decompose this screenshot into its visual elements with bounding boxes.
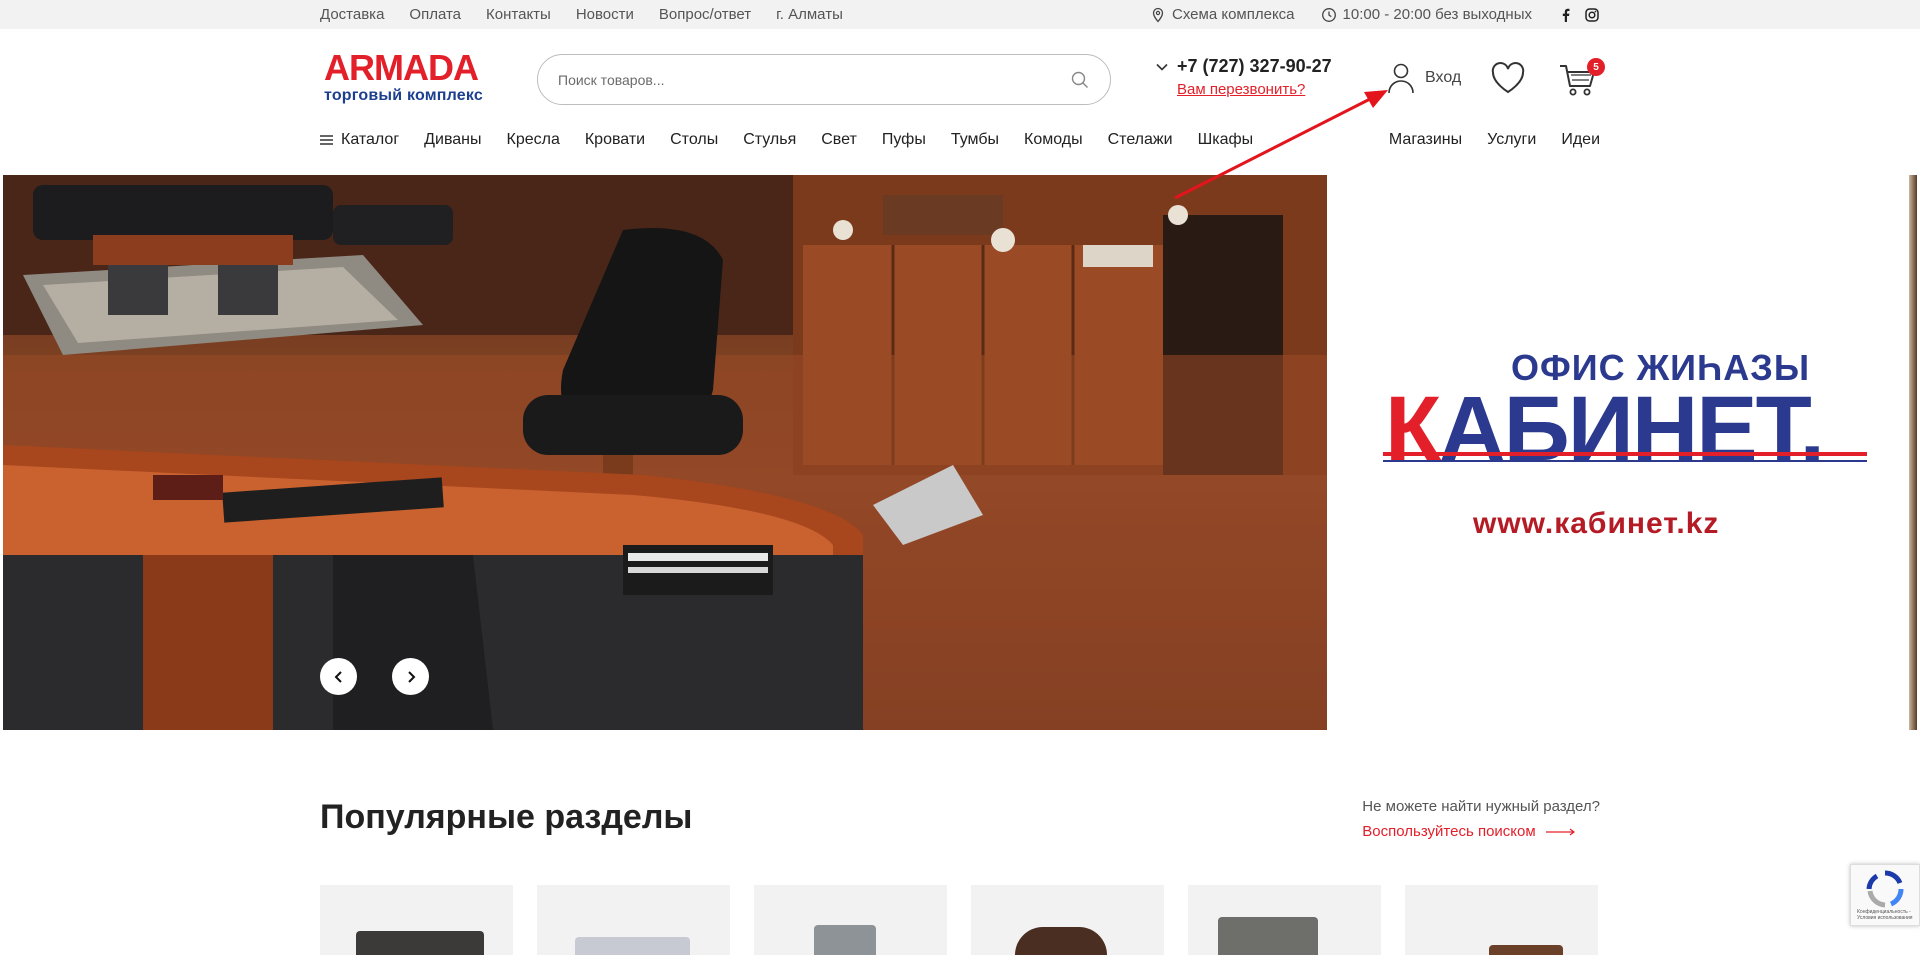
location-pin-icon: [1152, 7, 1164, 22]
top-link-contacts[interactable]: Контакты: [486, 6, 551, 23]
login-label: Вход: [1425, 69, 1462, 86]
brand-name-letter: К: [1385, 378, 1441, 480]
category-card[interactable]: [320, 885, 513, 955]
nav-item-nightstands[interactable]: Тумбы: [951, 131, 999, 149]
popular-sections-title: Популярные разделы: [320, 798, 693, 836]
top-link-faq[interactable]: Вопрос/ответ: [659, 6, 751, 23]
recaptcha-badge[interactable]: Конфиденциальность - Условия использован…: [1850, 864, 1920, 926]
nav-catalog-label: Каталог: [341, 131, 400, 148]
search-hint-text: Не можете найти нужный раздел?: [1362, 798, 1600, 815]
chevron-left-icon: [334, 670, 342, 683]
brand-name: КАБИНЕТ.: [1385, 377, 1825, 482]
search-input[interactable]: [558, 69, 1038, 91]
brand-divider-blue: [1383, 460, 1867, 462]
top-link-news[interactable]: Новости: [576, 6, 634, 23]
phone-text: +7 (727) 327-90-27: [1177, 56, 1332, 76]
popular-sections-grid: [320, 885, 1598, 955]
cart-count-badge: 5: [1587, 58, 1605, 76]
top-right: Схема комплекса 10:00 - 20:00 без выходн…: [1150, 0, 1600, 29]
nav-item-wardrobes[interactable]: Шкафы: [1198, 131, 1254, 149]
category-thumbnail: [1218, 917, 1318, 955]
slider-prev-button[interactable]: [320, 658, 357, 695]
nav-item-stores[interactable]: Магазины: [1389, 131, 1462, 149]
logo-subtitle: торговый комплекс: [324, 87, 483, 104]
slider-next-button[interactable]: [392, 658, 429, 695]
search-hint: Не можете найти нужный раздел? Воспользу…: [1362, 798, 1600, 840]
category-card[interactable]: [754, 885, 947, 955]
search-icon[interactable]: [1070, 70, 1090, 90]
brand-name-rest: АБИНЕТ.: [1439, 378, 1825, 480]
armada-logo[interactable]: ARMADA торговый комплекс: [324, 50, 489, 108]
chevron-right-icon: [407, 670, 415, 683]
top-link-payment[interactable]: Оплата: [409, 6, 461, 23]
recaptcha-text: Конфиденциальность - Условия использован…: [1857, 909, 1913, 921]
next-slide-peek: [1909, 175, 1917, 730]
nav-item-ideas[interactable]: Идеи: [1561, 131, 1600, 149]
category-card[interactable]: [1188, 885, 1381, 955]
user-icon: [1388, 63, 1414, 94]
chevron-down-icon[interactable]: [1155, 62, 1169, 72]
nav-catalog[interactable]: Каталог: [320, 131, 399, 149]
use-search-label: Воспользуйтесь поиском: [1362, 823, 1536, 840]
top-bar: Доставка Оплата Контакты Новости Вопрос/…: [0, 0, 1920, 29]
nav-item-poufs[interactable]: Пуфы: [882, 131, 926, 149]
working-hours: 10:00 - 20:00 без выходных: [1321, 6, 1532, 23]
arrow-right-icon: [1545, 828, 1575, 835]
callback-link[interactable]: Вам перезвонить?: [1177, 81, 1305, 98]
category-thumbnail: [1015, 927, 1107, 955]
category-card[interactable]: [971, 885, 1164, 955]
phone-block: +7 (727) 327-90-27 Вам перезвонить?: [1155, 56, 1332, 98]
nav-item-sofas[interactable]: Диваны: [424, 131, 481, 149]
phone-number[interactable]: +7 (727) 327-90-27: [1155, 56, 1332, 77]
category-thumbnail: [1489, 945, 1563, 955]
complex-scheme-link[interactable]: Схема комплекса: [1150, 6, 1295, 23]
search-box: [537, 54, 1111, 105]
office-scene-illustration: [3, 175, 1327, 730]
nav-item-dressers[interactable]: Комоды: [1024, 131, 1083, 149]
secondary-nav: Магазины Услуги Идеи: [1389, 131, 1600, 149]
main-nav: Каталог Диваны Кресла Кровати Столы Стул…: [320, 131, 1253, 149]
top-link-delivery[interactable]: Доставка: [320, 6, 384, 23]
brand-divider-red: [1383, 452, 1867, 456]
nav-item-tables[interactable]: Столы: [670, 131, 718, 149]
menu-icon: [320, 135, 333, 145]
nav-item-armchairs[interactable]: Кресла: [507, 131, 560, 149]
login-button[interactable]: Вход: [1387, 62, 1461, 94]
category-card[interactable]: [537, 885, 730, 955]
category-thumbnail: [575, 937, 690, 955]
nav-item-chairs[interactable]: Стулья: [743, 131, 796, 149]
hero-slider[interactable]: ОФИС ЖИҺАЗЫ КАБИНЕТ. www.кабинет.kz: [3, 175, 1917, 730]
recaptcha-icon: [1866, 870, 1904, 908]
nav-item-light[interactable]: Свет: [821, 131, 857, 149]
use-search-link[interactable]: Воспользуйтесь поиском: [1362, 823, 1600, 840]
city-selector[interactable]: г. Алматы: [776, 6, 843, 23]
clock-icon: [1321, 7, 1336, 22]
office-furniture-photo: [3, 175, 1327, 730]
nav-item-shelves[interactable]: Стелажи: [1108, 131, 1173, 149]
instagram-icon[interactable]: [1584, 7, 1600, 23]
category-thumbnail: [814, 925, 876, 955]
nav-item-beds[interactable]: Кровати: [585, 131, 645, 149]
category-card[interactable]: [1405, 885, 1598, 955]
working-hours-label: 10:00 - 20:00 без выходных: [1342, 6, 1532, 23]
brand-url: www.кабинет.kz: [1473, 507, 1720, 540]
category-thumbnail: [356, 931, 484, 955]
logo-wordmark: ARMADA: [324, 47, 479, 88]
nav-item-services[interactable]: Услуги: [1487, 131, 1536, 149]
heart-icon[interactable]: [1490, 61, 1526, 95]
top-links: Доставка Оплата Контакты Новости Вопрос/…: [320, 0, 843, 29]
kabinet-brand-panel: ОФИС ЖИҺАЗЫ КАБИНЕТ. www.кабинет.kz: [1327, 175, 1917, 730]
complex-scheme-label: Схема комплекса: [1172, 6, 1295, 23]
facebook-icon[interactable]: [1558, 7, 1574, 23]
